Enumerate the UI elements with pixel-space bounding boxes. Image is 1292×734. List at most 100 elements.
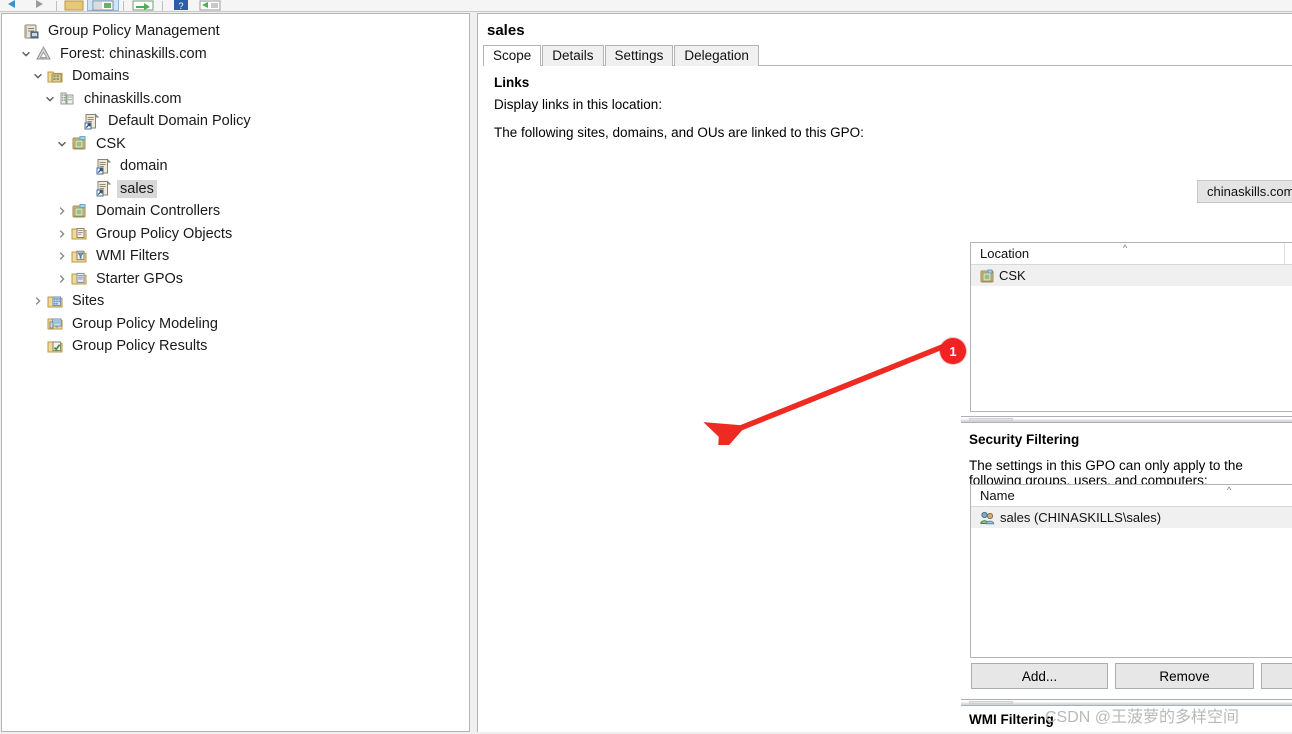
console-root-icon <box>22 22 40 40</box>
tab-details[interactable]: Details <box>542 45 604 66</box>
links-location-combo[interactable]: chinaskills.com <box>1197 180 1292 203</box>
add-button[interactable]: Add... <box>971 663 1108 689</box>
sort-ascending-icon: ^ <box>1123 243 1128 253</box>
links-heading: Links <box>494 75 530 90</box>
chevron-right-icon <box>59 252 65 260</box>
ou-icon <box>70 135 88 153</box>
column-header-location[interactable]: Location ^ <box>971 243 1285 264</box>
back-button[interactable] <box>0 0 26 11</box>
cell-location: CSK <box>971 265 1285 286</box>
folder-icon[interactable] <box>61 0 87 11</box>
links-listview[interactable]: Location ^ Enforced Link Enabled Path <box>970 242 1292 412</box>
tree-item-starter-gpos[interactable]: Starter GPOs <box>2 268 469 291</box>
security-filtering-listview-header[interactable]: Name ^ <box>971 485 1292 507</box>
chevron-down-icon[interactable] <box>30 68 46 84</box>
tree-item-group-policy-management[interactable]: Group Policy Management <box>2 20 469 43</box>
ou-icon <box>72 203 85 218</box>
chevron-right-icon <box>35 297 41 305</box>
chevron-right-icon[interactable] <box>54 248 70 264</box>
help-icon[interactable]: ? <box>167 0 195 11</box>
remove-button[interactable]: Remove <box>1115 663 1254 689</box>
gpo-folder-icon <box>70 225 88 243</box>
tree-item-label: WMI Filters <box>96 248 170 265</box>
modeling-icon <box>47 318 62 330</box>
chevron-right-icon[interactable] <box>54 271 70 287</box>
tab-delegation[interactable]: Delegation <box>674 45 759 66</box>
forest-icon <box>35 46 51 60</box>
table-row[interactable]: CSK No Yes chinaskills.com/CSK <box>971 265 1292 286</box>
security-filtering-listview[interactable]: Name ^ sales (CHINASKILLS\sales) <box>970 484 1292 658</box>
table-row[interactable]: sales (CHINASKILLS\sales) <box>971 507 1292 528</box>
svg-text:?: ? <box>178 1 183 11</box>
watermark: CSDN @王菠萝的多样空间 <box>1045 709 1240 726</box>
forest-icon <box>34 45 52 63</box>
chevron-down-icon[interactable] <box>18 46 34 62</box>
tree-item-group-policy-modeling[interactable]: Group Policy Modeling <box>2 313 469 336</box>
tabstrip[interactable]: Scope Details Settings Delegation <box>483 45 1292 67</box>
splitter-grip <box>969 701 1013 704</box>
tree-item-group-policy-results[interactable]: Group Policy Results <box>2 335 469 358</box>
tab-scope[interactable]: Scope <box>483 45 542 67</box>
gpo-link-icon <box>84 113 99 130</box>
wmi-filter-folder-icon <box>71 250 86 263</box>
sort-ascending-icon: ^ <box>1227 485 1232 495</box>
wmi-filtering-heading: WMI Filtering <box>969 712 1054 727</box>
ou-icon <box>72 136 85 150</box>
forward-button[interactable] <box>26 0 52 11</box>
tree-item-domain[interactable]: domain <box>2 155 469 178</box>
tree-item-domain-controllers[interactable]: Domain Controllers <box>2 200 469 223</box>
tree-item-sites[interactable]: Sites <box>2 290 469 313</box>
chevron-down-icon <box>34 74 42 79</box>
chevron-down-icon <box>46 96 54 102</box>
column-header-name[interactable]: Name ^ <box>971 485 1292 507</box>
tree-item-label: Domains <box>72 68 130 85</box>
tree-item-group-policy-objects[interactable]: Group Policy Objects <box>2 223 469 246</box>
domains-folder-icon <box>47 71 62 83</box>
tree-item-label: Starter GPOs <box>96 270 184 287</box>
column-header-enforced[interactable]: Enforced <box>1285 243 1292 264</box>
modeling-icon <box>46 315 64 333</box>
chevron-right-icon[interactable] <box>54 203 70 219</box>
links-listview-header[interactable]: Location ^ Enforced Link Enabled Path <box>971 243 1292 265</box>
chevron-right-icon[interactable] <box>54 226 70 242</box>
properties-button[interactable]: Properties <box>1261 663 1292 689</box>
links-location-label: Display links in this location: <box>494 97 663 112</box>
console-root-icon <box>24 24 38 39</box>
gpo-link-icon <box>96 180 111 197</box>
chevron-right-icon[interactable] <box>30 293 46 309</box>
cell-name: sales (CHINASKILLS\sales) <box>971 507 1292 528</box>
gpo-link-icon <box>94 180 112 198</box>
tree-item-wmi-filters[interactable]: WMI Filters <box>2 245 469 268</box>
tree-item-label: chinaskills.com <box>84 90 182 107</box>
tab-settings[interactable]: Settings <box>604 45 674 66</box>
sites-folder-icon <box>47 296 62 308</box>
tree-item-sales[interactable]: sales <box>2 178 469 201</box>
ou-icon <box>980 269 994 283</box>
chevron-right-icon <box>59 207 65 215</box>
tree-item-chinaskills-com[interactable]: chinaskills.com <box>2 88 469 111</box>
gpo-link-icon <box>94 157 112 175</box>
tree-item-label: Default Domain Policy <box>108 113 251 130</box>
chevron-down-icon[interactable] <box>42 91 58 107</box>
refresh-icon[interactable] <box>195 0 225 11</box>
toolbar-separator-3 <box>162 1 163 11</box>
tree-pane-icon[interactable] <box>87 0 119 11</box>
splitter-links-security[interactable] <box>961 416 1292 423</box>
annotation-badge-number: 1 <box>949 343 957 359</box>
tree-item-label: Sites <box>72 293 105 310</box>
tree-item-default-domain-policy[interactable]: Default Domain Policy <box>2 110 469 133</box>
page-title: sales <box>487 22 525 39</box>
export-icon[interactable] <box>128 0 158 11</box>
chevron-down-icon[interactable] <box>54 136 70 152</box>
navigation-tree[interactable]: Group Policy Management Forest: chinaskil… <box>1 13 470 732</box>
tree-item-label: CSK <box>96 135 126 152</box>
links-location-value: chinaskills.com <box>1207 184 1292 199</box>
tree-item-label: Group Policy Objects <box>96 225 233 242</box>
tree-item-forest-chinaskills-com[interactable]: Forest: chinaskills.com <box>2 43 469 66</box>
tree-item-domains[interactable]: Domains <box>2 65 469 88</box>
tree-item-csk[interactable]: CSK <box>2 133 469 156</box>
cell-enforced: No <box>1285 265 1292 286</box>
annotation-badge: 1 <box>940 338 966 364</box>
